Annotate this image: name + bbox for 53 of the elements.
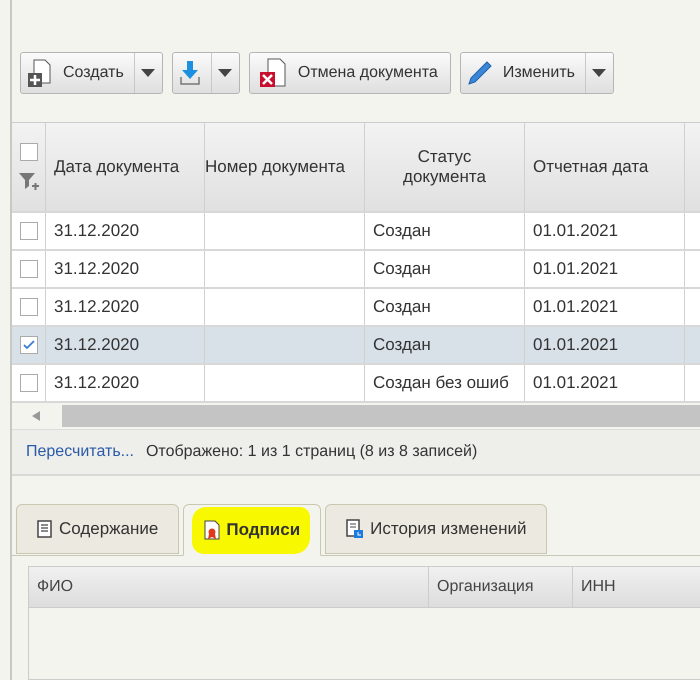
caret-icon <box>592 69 606 77</box>
table-cell: 01.01.2021 <box>533 372 618 394</box>
page-info: Отображено: 1 из 1 страниц (8 из 8 записей) <box>146 443 478 461</box>
table-cell: 01.01.2021 <box>533 258 618 280</box>
horizontal-scrollbar[interactable] <box>12 403 700 430</box>
table-cell: Создан <box>373 296 431 318</box>
table-cell: 31.12.2020 <box>54 258 140 280</box>
column-header[interactable]: ФИО <box>37 578 74 596</box>
toolbar-button[interactable]: Изменить <box>460 53 585 93</box>
scroll-left-icon[interactable] <box>32 411 40 421</box>
column-header[interactable]: Статус документа <box>394 146 494 188</box>
filter-add-icon[interactable] <box>18 173 38 191</box>
table-cell: 31.12.2020 <box>54 296 140 318</box>
table-cell: Создан <box>373 220 431 242</box>
table-cell: 01.01.2021 <box>533 334 618 356</box>
toolbar-button[interactable]: Создать <box>20 52 163 94</box>
document-list-icon <box>37 520 53 538</box>
checkbox[interactable] <box>20 143 38 161</box>
checkbox[interactable] <box>20 336 38 354</box>
checkbox[interactable] <box>20 260 38 278</box>
table-cell: Создан без ошиб <box>373 372 509 394</box>
checkbox[interactable] <box>20 298 38 316</box>
check-icon <box>22 340 34 350</box>
checkbox[interactable] <box>20 222 38 240</box>
recalculate-link[interactable]: Пересчитать... <box>26 443 134 461</box>
column-header[interactable]: Отчетная дата <box>533 156 648 178</box>
new-document-icon <box>27 58 53 88</box>
toolbar-button[interactable]: Отмена документа <box>250 53 450 93</box>
tab[interactable]: Содержание <box>16 504 180 554</box>
caret-icon <box>218 69 232 77</box>
column-header[interactable]: Номер документа <box>205 156 345 178</box>
table-cell: 01.01.2021 <box>533 220 618 242</box>
pencil-icon <box>466 60 493 86</box>
table-cell: 31.12.2020 <box>54 372 140 394</box>
table-cell: Создан <box>373 258 431 280</box>
download-icon <box>178 60 201 86</box>
column-header[interactable]: ИНН <box>581 578 616 596</box>
caret-icon <box>141 69 156 77</box>
table-cell: Создан <box>373 334 431 356</box>
checkbox[interactable] <box>20 374 38 392</box>
scrollbar-thumb[interactable] <box>62 405 700 427</box>
tab[interactable]: История изменений <box>325 504 548 554</box>
signed-document-icon <box>204 520 220 540</box>
toolbar-button[interactable]: Изменить <box>460 52 614 94</box>
document-history-icon <box>346 519 364 539</box>
toolbar-button[interactable]: Создать <box>21 53 134 93</box>
column-header[interactable]: Организация <box>437 578 534 596</box>
cancel-document-icon <box>258 57 288 89</box>
table-cell: 01.01.2021 <box>533 296 618 318</box>
table-cell: 31.12.2020 <box>54 334 140 356</box>
column-header[interactable]: Дата документа <box>54 156 180 178</box>
table-cell: 31.12.2020 <box>54 220 140 242</box>
tab[interactable]: Подписи <box>183 504 322 556</box>
